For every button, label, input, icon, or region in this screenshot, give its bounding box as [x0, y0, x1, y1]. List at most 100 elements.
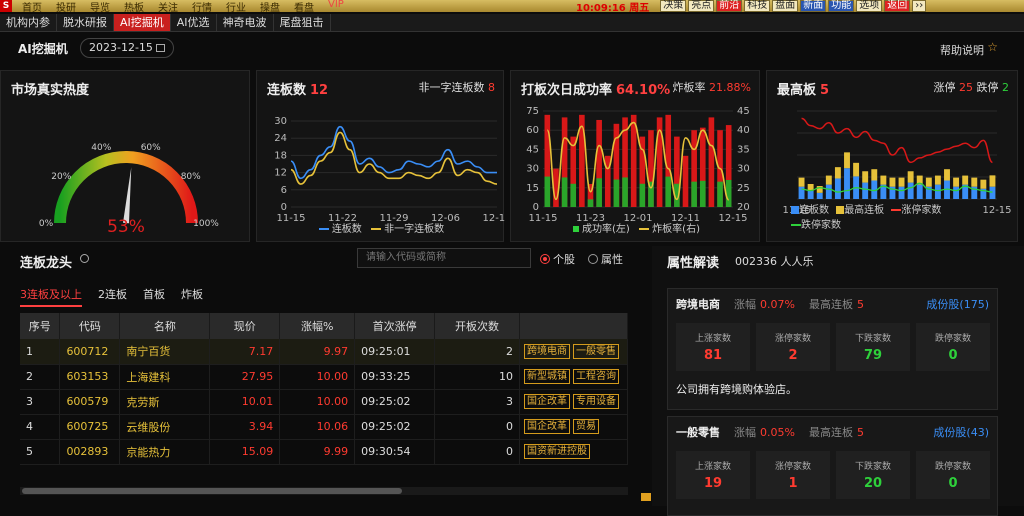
radio-label: 属性: [601, 253, 623, 266]
horizontal-scrollbar[interactable]: [20, 487, 628, 495]
table-row[interactable]: 3 600579 克劳斯 10.01 10.00 09:25:02 3 国企改革 专用设备: [20, 389, 629, 415]
concept-tag[interactable]: 专用设备: [572, 394, 619, 409]
board-subtab[interactable]: 首板: [143, 286, 165, 307]
top-button[interactable]: ››: [912, 0, 927, 12]
top-menu-item[interactable]: 投研: [56, 0, 76, 13]
attr-stat-box: 上涨家数 19: [676, 451, 750, 499]
top-menu-item[interactable]: 热板: [124, 0, 144, 13]
module-tab[interactable]: 神奇电波: [217, 14, 274, 31]
top-button[interactable]: 科技: [744, 0, 771, 12]
concept-tag[interactable]: 国资新进控股: [523, 444, 590, 459]
success-bar-part: [596, 178, 602, 207]
top-button[interactable]: 前沿: [716, 0, 743, 12]
radio-unchecked-icon: [588, 254, 598, 264]
top-menu-item[interactable]: 看盘: [294, 0, 314, 13]
board-subtab[interactable]: 炸板: [181, 286, 203, 307]
module-tab[interactable]: 尾盘狙击: [274, 14, 331, 31]
top-menu-item[interactable]: 关注: [158, 0, 178, 13]
top-button[interactable]: 盘面: [772, 0, 799, 12]
top-menu-item[interactable]: 操盘: [260, 0, 280, 13]
y-tick-label: 18: [274, 150, 287, 161]
attr-group-header: 跨境电商 涨幅 0.07% 最高连板 5: [676, 296, 864, 312]
constituents-link[interactable]: 成份股(175): [926, 296, 989, 312]
star-icon[interactable]: ☆: [987, 40, 998, 54]
concept-tag[interactable]: 国企改革: [523, 394, 570, 409]
table-header-cell[interactable]: 名称: [119, 313, 211, 339]
scrollbar-thumb[interactable]: [22, 488, 402, 494]
table-row[interactable]: 5 002893 京能热力 15.09 9.99 09:30:54 0 国资新进控股: [20, 439, 629, 465]
table-cell-tags: 国资新进控股: [519, 439, 629, 465]
stock-search-input[interactable]: 请输入代码或简称: [357, 248, 531, 268]
table-cell-price: 10.01: [209, 389, 281, 415]
top-menu-item[interactable]: 行情: [192, 0, 212, 13]
lianban-chart: 061218243011-1511-2211-2912-0612-15: [274, 116, 505, 224]
top-menu-item[interactable]: 导览: [90, 0, 110, 13]
module-tab[interactable]: AI优选: [171, 14, 217, 31]
lianban-bar: [798, 186, 805, 199]
top-menu-item[interactable]: VIP: [328, 0, 344, 12]
success-bar-part: [691, 181, 697, 207]
module-tab[interactable]: 脱水研报: [57, 14, 114, 31]
table-header-cell[interactable]: 现价: [209, 313, 281, 339]
y-tick-label: 45: [526, 144, 539, 155]
constituents-link[interactable]: 成份股(43): [933, 424, 989, 440]
attr-max-label: 最高连板: [808, 298, 853, 311]
top-button[interactable]: 功能: [828, 0, 855, 12]
radio-attr[interactable]: 属性: [588, 251, 623, 267]
attr-group-name: 一般零售: [676, 426, 720, 439]
table-cell-chg: 9.99: [279, 439, 356, 465]
date-picker[interactable]: 2023-12-15: [80, 38, 174, 58]
top-button[interactable]: 亮点: [688, 0, 715, 12]
stat-value: 2: [788, 348, 798, 363]
table-header-cell[interactable]: 首次涨停: [354, 313, 436, 339]
concept-tag[interactable]: 工程咨询: [572, 369, 619, 384]
top-button[interactable]: 决策: [660, 0, 687, 12]
lianban-bar: [834, 178, 841, 199]
clock-text: 10:09:16 周五: [576, 2, 650, 13]
table-row[interactable]: 1 600712 南宁百货 7.17 9.97 09:25:01 2 跨境电商 一般零售: [20, 339, 629, 365]
concept-tag[interactable]: 国企改革: [523, 419, 570, 434]
table-cell-name: 上海建科: [119, 364, 211, 390]
attr-stat-box: 下跌家数 79: [836, 323, 910, 371]
table-header-cell[interactable]: 涨幅%: [279, 313, 356, 339]
info-circle-icon[interactable]: [80, 254, 89, 263]
table-header-cell[interactable]: 代码: [59, 313, 121, 339]
top-button[interactable]: 选项: [856, 0, 883, 12]
table-cell-name: 南宁百货: [119, 339, 211, 365]
top-menu-item[interactable]: 首页: [22, 0, 42, 13]
top-button[interactable]: 返回: [884, 0, 911, 12]
table-row[interactable]: 4 600725 云维股份 3.94 10.06 09:25:02 0 国企改革 贸易: [20, 414, 629, 440]
help-link[interactable]: 帮助说明: [940, 42, 984, 58]
attr-group-card: 一般零售 涨幅 0.05% 最高连板 5 成份股(43) 上涨家数 19 涨停家数 1 下跌家数 20…: [667, 416, 998, 516]
board-subtab[interactable]: 2连板: [98, 286, 127, 307]
attr-stat-box: 跌停家数 0: [916, 451, 990, 499]
module-tab[interactable]: AI挖掘机: [114, 14, 171, 31]
date-text: 2023-12-15: [89, 41, 153, 54]
legend-swatch-yellow: [371, 228, 382, 230]
gauge-tick-label: 20%: [51, 172, 71, 182]
table-cell-chg: 10.00: [279, 389, 356, 415]
concept-tag[interactable]: 跨境电商: [523, 343, 570, 359]
y2-tick-label: 20: [737, 202, 750, 213]
concept-tag[interactable]: 贸易: [572, 419, 599, 434]
board-subtab[interactable]: 3连板及以上: [20, 286, 82, 307]
table-header-cell[interactable]: 序号: [20, 313, 61, 339]
top-menu-item[interactable]: 行业: [226, 0, 246, 13]
legend-label: 最高连板: [844, 205, 885, 216]
top-button[interactable]: 新面: [800, 0, 827, 12]
lianban-bar: [816, 192, 823, 199]
table-cell-tags: 国企改革 贸易: [519, 414, 629, 440]
board-subtabs: 3连板及以上 2连板 首板 炸板: [20, 286, 203, 307]
y2-tick-label: 30: [737, 164, 750, 175]
module-tab[interactable]: 机构内参: [0, 14, 57, 31]
radio-stock[interactable]: 个股: [540, 251, 575, 267]
concept-tag[interactable]: 新型城镇: [523, 369, 570, 384]
table-header-cell[interactable]: 开板次数: [434, 313, 520, 339]
stat-value: 20: [863, 476, 883, 491]
resize-handle-icon[interactable]: [641, 493, 651, 501]
stat-label: 下跌家数: [854, 462, 891, 472]
table-row[interactable]: 2 603153 上海建科 27.95 10.00 09:33:25 10 新型城镇 工程咨询: [20, 364, 629, 390]
stat-value: 0: [948, 348, 958, 363]
table-header-cell: [519, 313, 629, 339]
concept-tag[interactable]: 一般零售: [572, 343, 619, 359]
